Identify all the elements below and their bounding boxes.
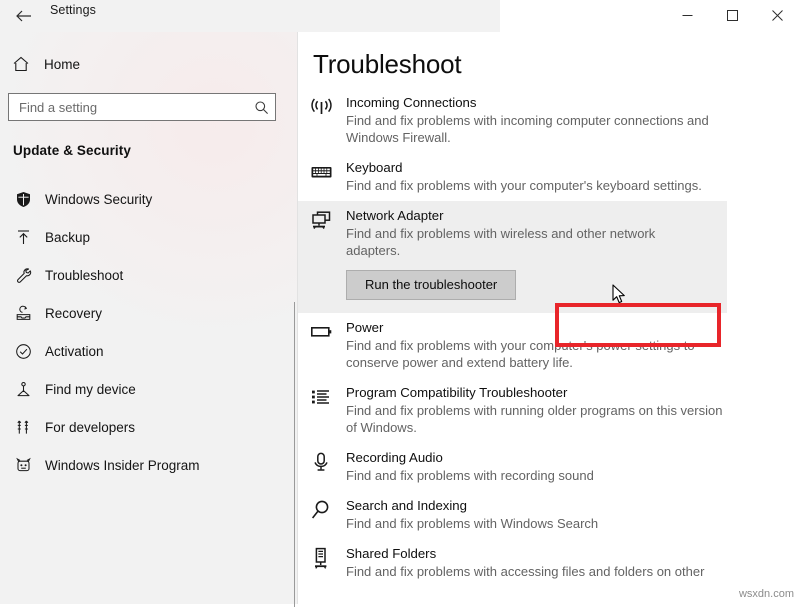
settings-window: Settings Home Find a setting Update & Se… — [0, 0, 800, 607]
sidebar-item-activation[interactable]: Activation — [0, 332, 298, 370]
back-button[interactable] — [8, 2, 38, 30]
troubleshooter-name: Network Adapter — [346, 208, 444, 223]
troubleshooter-item-shared-folders[interactable]: Shared Folders Find and fix problems wit… — [298, 539, 800, 587]
troubleshooter-name: Shared Folders — [346, 546, 437, 561]
home-icon — [0, 55, 42, 73]
sidebar-item-label: Activation — [45, 343, 104, 359]
window-title: Settings — [50, 3, 96, 17]
troubleshooter-item-recording-audio[interactable]: Recording Audio Find and fix problems wi… — [298, 443, 800, 491]
maximize-button[interactable] — [710, 0, 755, 30]
sidebar: Home Update & Security — [0, 32, 298, 607]
troubleshooter-description: Find and fix problems with your computer… — [346, 338, 695, 370]
maximize-icon — [727, 9, 738, 21]
watermark: wsxdn.com — [738, 588, 794, 600]
troubleshooter-description: Find and fix problems with accessing fil… — [346, 564, 705, 579]
window-controls — [665, 0, 800, 32]
sidebar-item-label: Windows Insider Program — [45, 457, 200, 473]
network-adapter-icon — [310, 207, 346, 232]
wrench-icon — [4, 267, 42, 284]
sidebar-item-find-my-device[interactable]: Find my device — [0, 370, 298, 408]
troubleshooter-item-keyboard[interactable]: Keyboard Find and fix problems with your… — [298, 153, 800, 201]
back-arrow-icon — [15, 10, 31, 22]
troubleshooter-name: Incoming Connections — [346, 95, 477, 110]
close-icon — [772, 9, 783, 21]
troubleshooter-description: Find and fix problems with incoming comp… — [346, 113, 709, 145]
run-troubleshooter-button[interactable]: Run the troubleshooter — [346, 270, 517, 300]
check-circle-icon — [4, 343, 42, 360]
sidebar-item-label: Recovery — [45, 305, 103, 321]
shield-icon — [4, 191, 42, 208]
upload-arrow-icon — [4, 229, 42, 246]
sidebar-item-label: Find my device — [45, 381, 136, 397]
troubleshooter-item-power[interactable]: Power Find and fix problems with your co… — [298, 313, 800, 378]
troubleshooter-name: Recording Audio — [346, 450, 443, 465]
sidebar-home-label: Home — [44, 56, 81, 72]
close-button[interactable] — [755, 0, 800, 30]
sidebar-item-recovery[interactable]: Recovery — [0, 294, 298, 332]
minimize-button[interactable] — [665, 0, 710, 30]
troubleshooter-description: Find and fix problems with wireless and … — [346, 226, 656, 258]
sidebar-item-windows-security[interactable]: Windows Security — [0, 180, 298, 218]
troubleshooter-name: Search and Indexing — [346, 498, 467, 513]
troubleshooter-action-area: Run the troubleshooter — [346, 270, 715, 300]
troubleshooter-name: Power — [346, 320, 384, 335]
sidebar-nav-list: Windows Security Backup Troubleshoot Rec… — [0, 180, 298, 484]
microphone-icon — [310, 449, 346, 474]
keyboard-icon — [310, 159, 346, 184]
sidebar-item-troubleshoot[interactable]: Troubleshoot — [0, 256, 298, 294]
troubleshooter-name: Program Compatibility Troubleshooter — [346, 385, 568, 400]
sidebar-item-label: Windows Security — [45, 191, 153, 207]
troubleshooter-description: Find and fix problems with running older… — [346, 403, 723, 435]
sidebar-item-home[interactable]: Home — [0, 49, 298, 79]
sidebar-item-backup[interactable]: Backup — [0, 218, 298, 256]
search-icon[interactable] — [247, 100, 275, 115]
list-icon — [310, 384, 346, 409]
troubleshooter-name: Keyboard — [346, 160, 403, 175]
troubleshooter-description: Find and fix problems with your computer… — [346, 178, 702, 193]
sidebar-item-for-developers[interactable]: For developers — [0, 408, 298, 446]
troubleshooter-item-program-compatibility[interactable]: Program Compatibility Troubleshooter Fin… — [298, 378, 800, 443]
sidebar-scrollbar[interactable] — [294, 302, 295, 607]
minimize-icon — [682, 14, 693, 16]
search-input[interactable] — [9, 94, 247, 120]
sidebar-item-label: Backup — [45, 229, 91, 245]
sidebar-item-label: Troubleshoot — [45, 267, 124, 283]
troubleshooter-item-incoming-connections[interactable]: Incoming Connections Find and fix proble… — [298, 88, 800, 153]
title-bar: Settings — [0, 0, 800, 32]
search-box[interactable] — [8, 93, 276, 121]
recovery-icon — [4, 305, 42, 322]
shared-folder-icon — [310, 545, 346, 570]
troubleshooter-description: Find and fix problems with recording sou… — [346, 468, 594, 483]
sidebar-item-label: For developers — [45, 419, 136, 435]
main-content: Troubleshoot Incoming Connections Find a… — [298, 32, 800, 604]
troubleshooter-item-network-adapter[interactable]: Network Adapter Find and fix problems wi… — [298, 201, 727, 313]
battery-icon — [310, 319, 346, 344]
sidebar-item-windows-insider-program[interactable]: Windows Insider Program — [0, 446, 298, 484]
magnifier-icon — [310, 497, 346, 522]
troubleshooter-list: Incoming Connections Find and fix proble… — [298, 88, 800, 587]
page-title: Troubleshoot — [313, 49, 462, 79]
broadcast-icon — [310, 94, 346, 119]
troubleshooter-item-search-and-indexing[interactable]: Search and Indexing Find and fix problem… — [298, 491, 800, 539]
developer-tools-icon — [4, 419, 42, 436]
sidebar-section-title: Update & Security — [13, 143, 131, 158]
troubleshooter-description: Find and fix problems with Windows Searc… — [346, 516, 599, 531]
find-device-icon — [4, 381, 42, 398]
insider-bug-icon — [4, 457, 42, 474]
